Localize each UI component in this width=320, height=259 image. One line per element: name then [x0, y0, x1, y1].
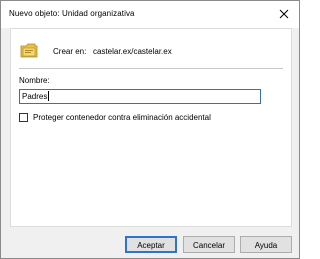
text-caret	[48, 91, 50, 101]
name-label: Nombre:	[19, 76, 50, 85]
protect-checkbox-label[interactable]: Proteger contenedor contra eliminación a…	[33, 113, 211, 122]
window-title: Nuevo objeto: Unidad organizativa	[9, 9, 135, 18]
content-panel: Crear en: castelar.ex/castelar.ex Nombre…	[10, 28, 292, 227]
title-bar[interactable]: Nuevo objeto: Unidad organizativa	[1, 1, 299, 28]
organizational-unit-folder-icon	[20, 42, 38, 58]
create-in-label: Crear en:	[53, 47, 87, 56]
close-button[interactable]	[269, 1, 299, 28]
help-button[interactable]: Ayuda	[240, 236, 292, 253]
divider	[19, 68, 283, 69]
accept-button[interactable]: Aceptar	[125, 236, 177, 253]
dialog-window: Nuevo objeto: Unidad organizativa Crear …	[0, 0, 300, 259]
name-input-value: Padres	[22, 92, 48, 101]
protect-checkbox[interactable]	[19, 113, 28, 122]
name-input[interactable]: Padres	[19, 89, 261, 104]
create-in-value: castelar.ex/castelar.ex	[93, 47, 172, 56]
close-icon	[279, 6, 289, 24]
cancel-button[interactable]: Cancelar	[183, 236, 235, 253]
